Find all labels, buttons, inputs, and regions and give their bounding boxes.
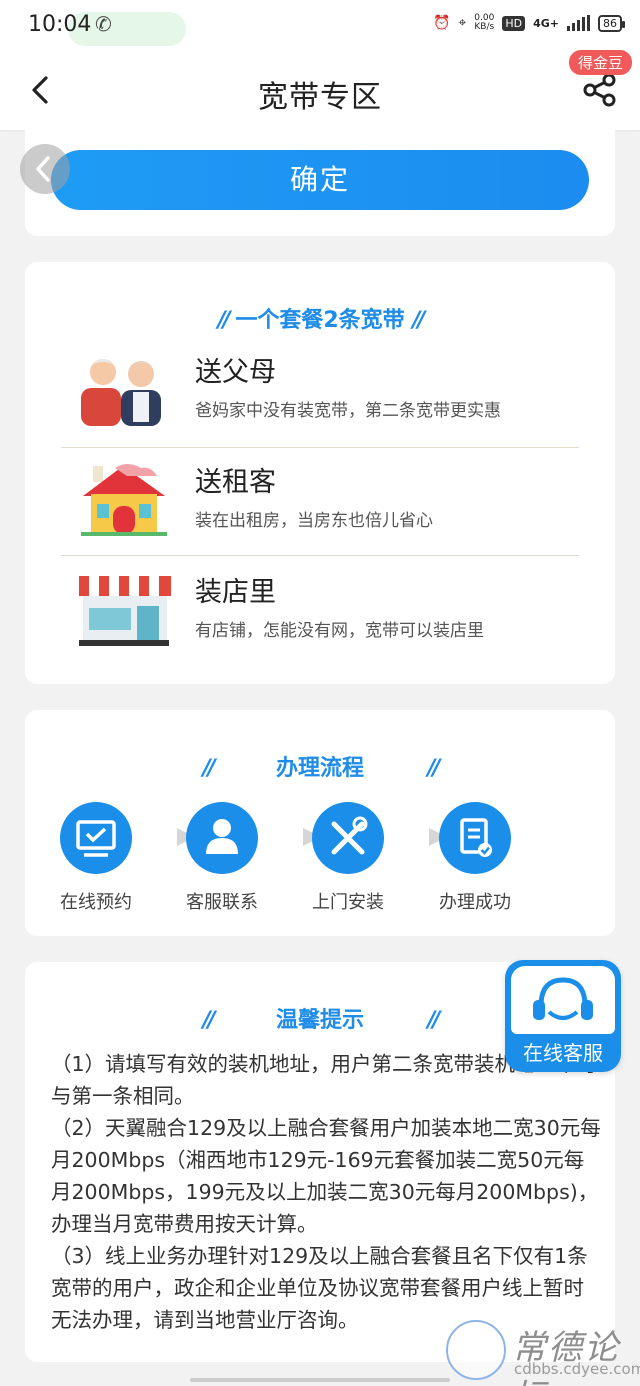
package-item-desc: 装在出租房，当房东也倍儿省心 [195, 511, 433, 531]
gold-bean-badge[interactable]: 得金豆 [568, 50, 632, 75]
slash-decoration: // [427, 1008, 440, 1033]
tools-icon [312, 802, 384, 874]
tips-body: （1）请填写有效的装机地址，用户第二条宽带装机地址不可与第一条相同。 （2）天翼… [51, 1048, 601, 1336]
phone-icon: ✆ [95, 12, 112, 36]
location-icon: ⌖ [458, 15, 467, 31]
house-icon [75, 458, 171, 538]
header: 宽带专区 [0, 52, 640, 130]
step-label: 客服联系 [186, 892, 258, 913]
net-speed: 0.00 KB/s [474, 13, 495, 32]
slash-decoration: // [412, 308, 425, 333]
tip-paragraph: （2）天翼融合129及以上融合套餐用户加装本地二宽30元每月200Mbps（湘西… [51, 1116, 601, 1236]
clipboard-check-icon [439, 802, 511, 874]
package-item-title: 装店里 [195, 577, 276, 608]
watermark-url: cdbbs.cdyee.com [514, 1360, 640, 1378]
status-time: 10:04 [28, 12, 92, 37]
divider [61, 447, 579, 448]
slash-decoration: // [427, 756, 440, 781]
step-customer-service: 客服联系 [162, 802, 282, 914]
customer-service-label: 在线客服 [523, 1041, 603, 1065]
package-item-shop[interactable]: 装店里 有店铺，怎能没有网，宽带可以装店里 [61, 564, 579, 664]
monitor-check-icon [60, 802, 132, 874]
online-customer-service-button[interactable]: 在线客服 [505, 960, 621, 1072]
hd-icon: HD [502, 15, 526, 31]
confirm-card: 确定 [25, 130, 615, 236]
step-online-booking: 在线预约 [36, 802, 156, 914]
share-icon [583, 73, 616, 107]
status-bar: 10:04 ✆ ⏰ ⌖ 0.00 KB/s HD 4G+ 86 [0, 0, 640, 52]
headset-icon [511, 966, 615, 1034]
signal-label: 4G+ [533, 16, 559, 30]
package-item-desc: 爸妈家中没有装宽带，第二条宽带更实惠 [195, 401, 501, 421]
chevron-left-icon [36, 156, 50, 182]
package-section-title: // 一个套餐2条宽带 // [217, 308, 426, 333]
forum-logo-icon [446, 1320, 506, 1380]
slash-decoration: // [202, 756, 216, 781]
confirm-button[interactable]: 确定 [51, 150, 589, 210]
package-item-title: 送租客 [195, 467, 276, 498]
signal-bars-icon [567, 15, 590, 31]
package-item-parents[interactable]: 送父母 爸妈家中没有装宽带，第二条宽带更实惠 [61, 344, 579, 444]
package-item-tenants[interactable]: 送租客 装在出租房，当房东也倍儿省心 [61, 454, 579, 554]
share-button[interactable] [582, 72, 618, 108]
package-item-desc: 有店铺，怎能没有网，宽带可以装店里 [195, 621, 484, 641]
step-label: 办理成功 [439, 892, 511, 913]
floating-back-button[interactable] [20, 144, 70, 194]
person-icon [186, 802, 258, 874]
slash-decoration: // [217, 308, 231, 333]
process-card: // 办理流程 // 在线预约 客服联系 上门安装 办理成功 [25, 710, 615, 936]
divider [61, 555, 579, 556]
alarm-icon: ⏰ [432, 15, 451, 31]
battery-icon: 86 [598, 14, 625, 32]
elderly-couple-icon [75, 348, 171, 428]
step-onsite-install: 上门安装 [288, 802, 408, 914]
watermark: 常德论坛 cdbbs.cdyee.com [446, 1318, 640, 1386]
step-label: 上门安装 [312, 892, 384, 913]
step-complete: 办理成功 [415, 802, 535, 914]
package-item-title: 送父母 [195, 357, 276, 388]
page-title: 宽带专区 [258, 80, 382, 115]
slash-decoration: // [202, 1008, 216, 1033]
package-card: // 一个套餐2条宽带 // 送父母 爸妈家中没有装宽带，第二条宽带更实惠 送租… [25, 262, 615, 684]
process-section-title: // 办理流程 // [202, 756, 441, 781]
shop-icon [75, 568, 171, 648]
step-label: 在线预约 [60, 892, 132, 913]
home-indicator[interactable] [190, 1378, 450, 1382]
